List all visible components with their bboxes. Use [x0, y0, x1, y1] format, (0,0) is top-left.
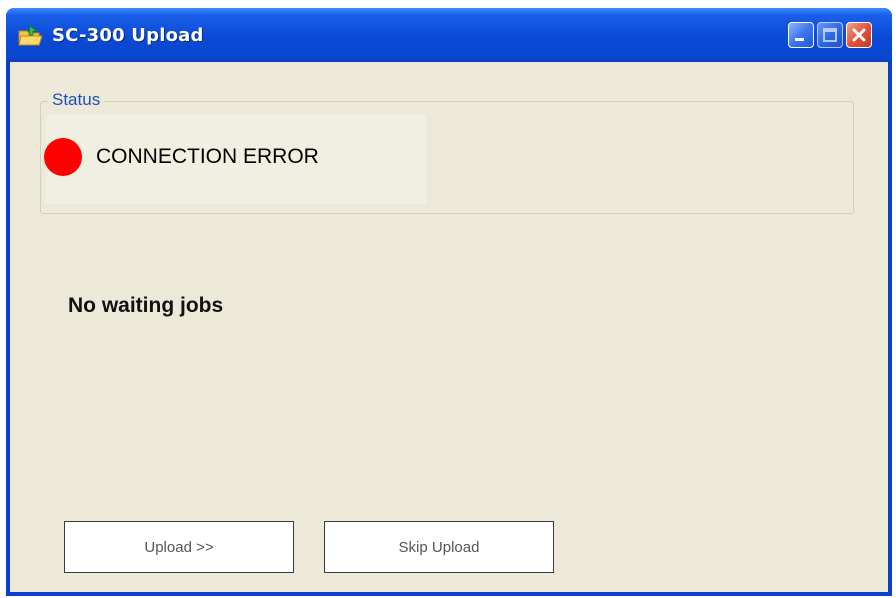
- title-bar[interactable]: SC-300 Upload: [6, 8, 892, 66]
- error-indicator-icon: [44, 138, 82, 176]
- window-title: SC-300 Upload: [52, 25, 204, 46]
- connection-status-text: CONNECTION ERROR: [96, 145, 319, 168]
- status-legend: Status: [48, 90, 105, 110]
- window-client-area: Status CONNECTION ERROR No waiting jobs …: [10, 62, 888, 592]
- upload-window: SC-300 Upload Status CONNECTION ERROR No…: [6, 8, 892, 596]
- maximize-icon: [823, 28, 837, 42]
- folder-arrow-icon: [18, 25, 44, 47]
- maximize-button[interactable]: [817, 22, 843, 48]
- minimize-button[interactable]: [788, 22, 814, 48]
- close-icon: [852, 28, 866, 42]
- jobs-message: No waiting jobs: [68, 294, 224, 317]
- upload-button[interactable]: Upload >>: [64, 521, 294, 573]
- skip-upload-button[interactable]: Skip Upload: [324, 521, 554, 573]
- close-button[interactable]: [846, 22, 872, 48]
- minimize-icon: [795, 38, 804, 41]
